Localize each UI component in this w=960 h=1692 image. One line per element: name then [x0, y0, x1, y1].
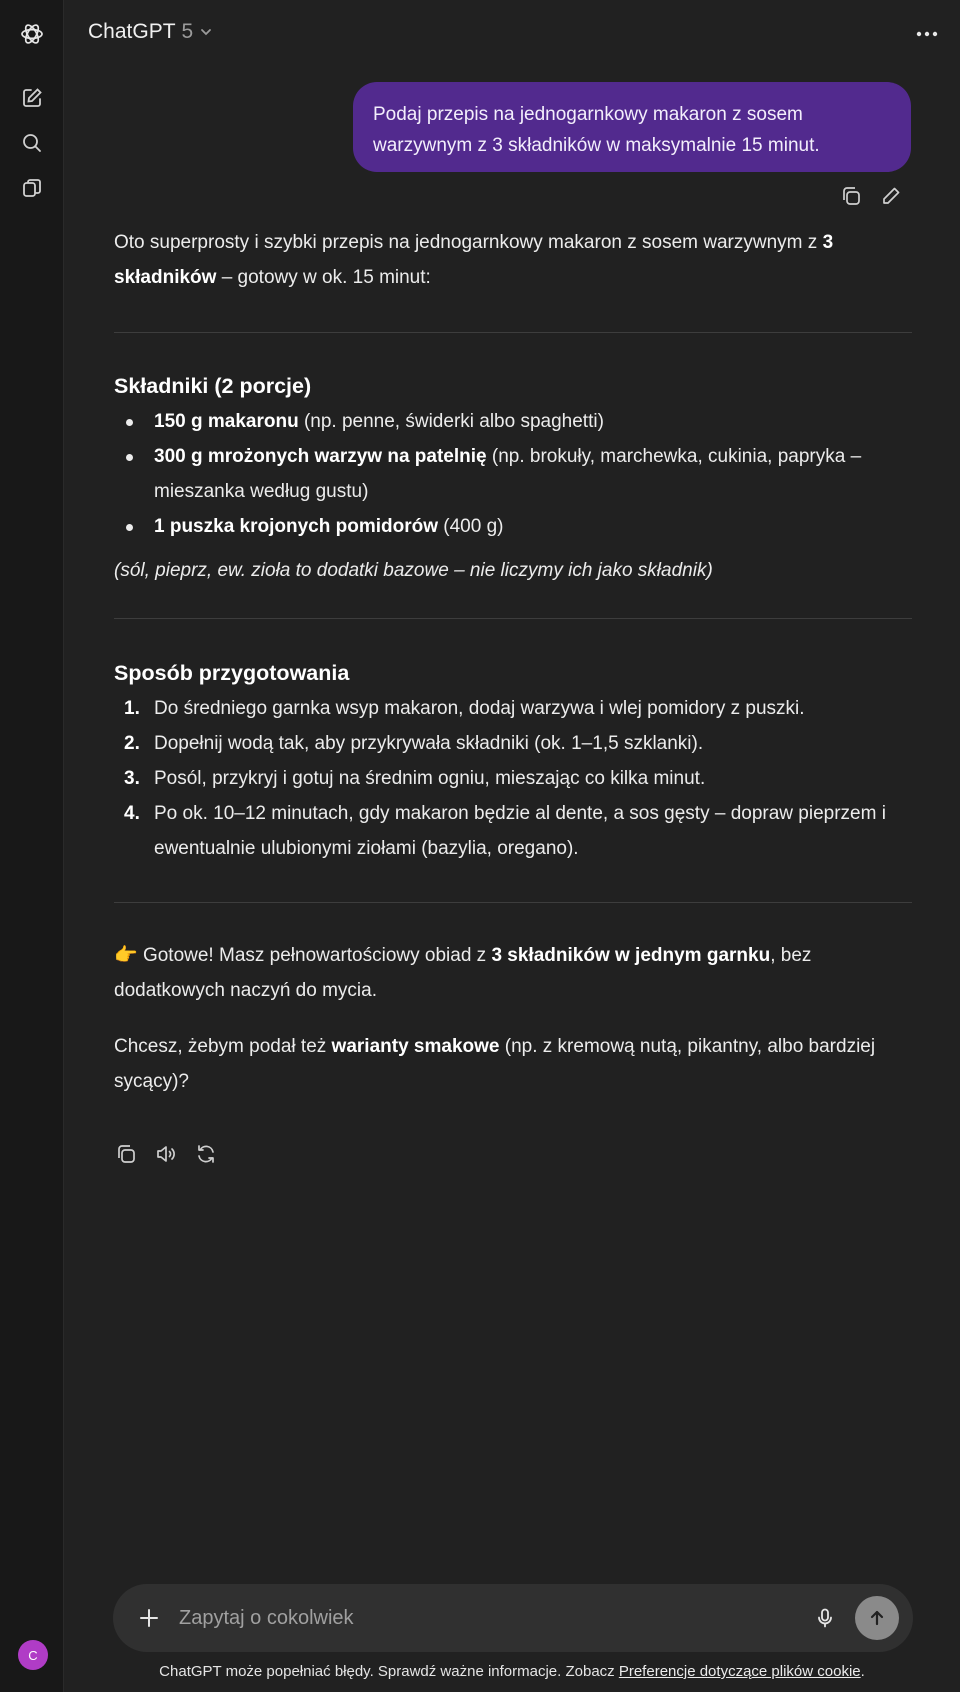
- assistant-message: Oto superprosty i szybki przepis na jedn…: [114, 225, 912, 1099]
- copy-icon: [118, 1145, 135, 1163]
- copy-icon: [843, 187, 860, 205]
- more-options-button[interactable]: [912, 22, 942, 46]
- ingredient-name: 1 puszka krojonych pomidorów: [154, 516, 438, 537]
- answer-intro: Oto superprosty i szybki przepis na jedn…: [114, 225, 912, 295]
- list-item: 2. Dopełnij wodą tak, aby przykrywała skł…: [114, 726, 912, 761]
- user-message: Podaj przepis na jednogarnkowy makaron z…: [353, 82, 911, 172]
- cookie-preferences-link[interactable]: Preferencje dotyczące plików cookie: [619, 1663, 861, 1680]
- plus-icon: [140, 1609, 158, 1627]
- new-chat-icon[interactable]: [18, 84, 46, 112]
- ingredients-note: (sól, pieprz, ew. zioła to dodatki bazow…: [114, 560, 713, 581]
- divider: [114, 618, 912, 619]
- microphone-icon: [818, 1608, 832, 1628]
- ingredient-name: 300 g mrożonych warzyw na patelnię: [154, 446, 487, 467]
- question-text: Chcesz, żebym podał też: [114, 1036, 332, 1057]
- send-button[interactable]: [855, 1596, 899, 1640]
- step-number: 3.: [124, 768, 140, 789]
- composer: [113, 1584, 913, 1652]
- step-number: 1.: [124, 698, 140, 719]
- list-item: 3. Posól, przykryj i gotuj na średnim ogn…: [114, 761, 912, 796]
- copy-button[interactable]: [113, 1141, 139, 1167]
- step-text: Do średniego garnka wsyp makaron, dodaj …: [154, 698, 805, 719]
- ingredient-name: 150 g makaronu: [154, 411, 299, 432]
- method-heading: Sposób przygotowania: [114, 661, 350, 685]
- header: ChatGPT 5: [64, 0, 960, 68]
- dictate-button[interactable]: [811, 1604, 839, 1632]
- add-attachment-button[interactable]: [135, 1604, 163, 1632]
- pencil-icon: [883, 187, 900, 204]
- search-icon[interactable]: [18, 129, 46, 157]
- user-message-actions: [838, 183, 904, 209]
- divider: [114, 332, 912, 333]
- avatar[interactable]: C: [18, 1640, 48, 1670]
- list-item: 1. Do średniego garnka wsyp makaron, doda…: [114, 691, 912, 726]
- list-item: 4. Po ok. 10–12 minutach, gdy makaron będ…: [114, 796, 912, 866]
- prompt-input[interactable]: [179, 1598, 739, 1638]
- step-text: Po ok. 10–12 minutach, gdy makaron będzi…: [154, 803, 886, 859]
- read-aloud-button[interactable]: [153, 1141, 179, 1167]
- chevron-down-icon: [201, 29, 212, 36]
- list-item: 150 g makaronu (np. penne, świderki albo…: [114, 404, 912, 439]
- model-selector[interactable]: ChatGPT 5: [88, 20, 213, 44]
- copy-button[interactable]: [838, 183, 864, 209]
- refresh-icon: [198, 1145, 214, 1163]
- model-version: 5: [181, 20, 194, 43]
- step-text: Posól, przykryj i gotuj na średnim ogniu…: [154, 768, 706, 789]
- assistant-message-actions: [113, 1141, 219, 1167]
- step-text: Dopełnij wodą tak, aby przykrywała skład…: [154, 733, 704, 754]
- disclaimer: ChatGPT może popełniać błędy. Sprawdź wa…: [64, 1663, 960, 1680]
- sidebar: C: [0, 0, 64, 1692]
- ingredients-heading: Składniki (2 porcje): [114, 374, 312, 398]
- library-icon[interactable]: [18, 174, 46, 202]
- ingredient-detail: (400 g): [438, 516, 504, 537]
- intro-text: Oto superprosty i szybki przepis na jedn…: [114, 232, 823, 253]
- pointing-hand-emoji: 👉: [114, 945, 138, 966]
- step-number: 2.: [124, 733, 140, 754]
- speaker-icon: [157, 1146, 175, 1162]
- intro-text-end: – gotowy w ok. 15 minut:: [216, 267, 431, 288]
- answer-question: Chcesz, żebym podał też warianty smakowe…: [114, 1029, 912, 1099]
- summary-bold: 3 składników w jednym garnku: [491, 945, 771, 966]
- step-number: 4.: [124, 803, 140, 824]
- steps-list: 1. Do średniego garnka wsyp makaron, doda…: [114, 691, 912, 866]
- user-message-text: Podaj przepis na jednogarnkowy makaron z…: [373, 104, 820, 156]
- list-item: 300 g mrożonych warzyw na patelnię (np. …: [114, 439, 912, 509]
- ingredient-detail: (np. penne, świderki albo spaghetti): [298, 411, 604, 432]
- ingredients-list: 150 g makaronu (np. penne, świderki albo…: [114, 404, 912, 544]
- regenerate-button[interactable]: [193, 1141, 219, 1167]
- more-dots-icon: [916, 31, 938, 37]
- arrow-up-icon: [870, 1610, 884, 1626]
- disclaimer-text: ChatGPT może popełniać błędy. Sprawdź wa…: [159, 1663, 619, 1680]
- edit-button[interactable]: [878, 183, 904, 209]
- answer-summary: 👉 Gotowe! Masz pełnowartościowy obiad z …: [114, 938, 912, 1008]
- avatar-letter: C: [28, 1647, 38, 1663]
- openai-logo-icon[interactable]: [18, 20, 46, 48]
- divider: [114, 902, 912, 903]
- list-item: 1 puszka krojonych pomidorów (400 g): [114, 509, 912, 544]
- disclaimer-end: .: [860, 1663, 865, 1680]
- model-name: ChatGPT: [88, 20, 176, 43]
- summary-text: Gotowe! Masz pełnowartościowy obiad z: [137, 945, 492, 966]
- question-bold: warianty smakowe: [331, 1036, 500, 1057]
